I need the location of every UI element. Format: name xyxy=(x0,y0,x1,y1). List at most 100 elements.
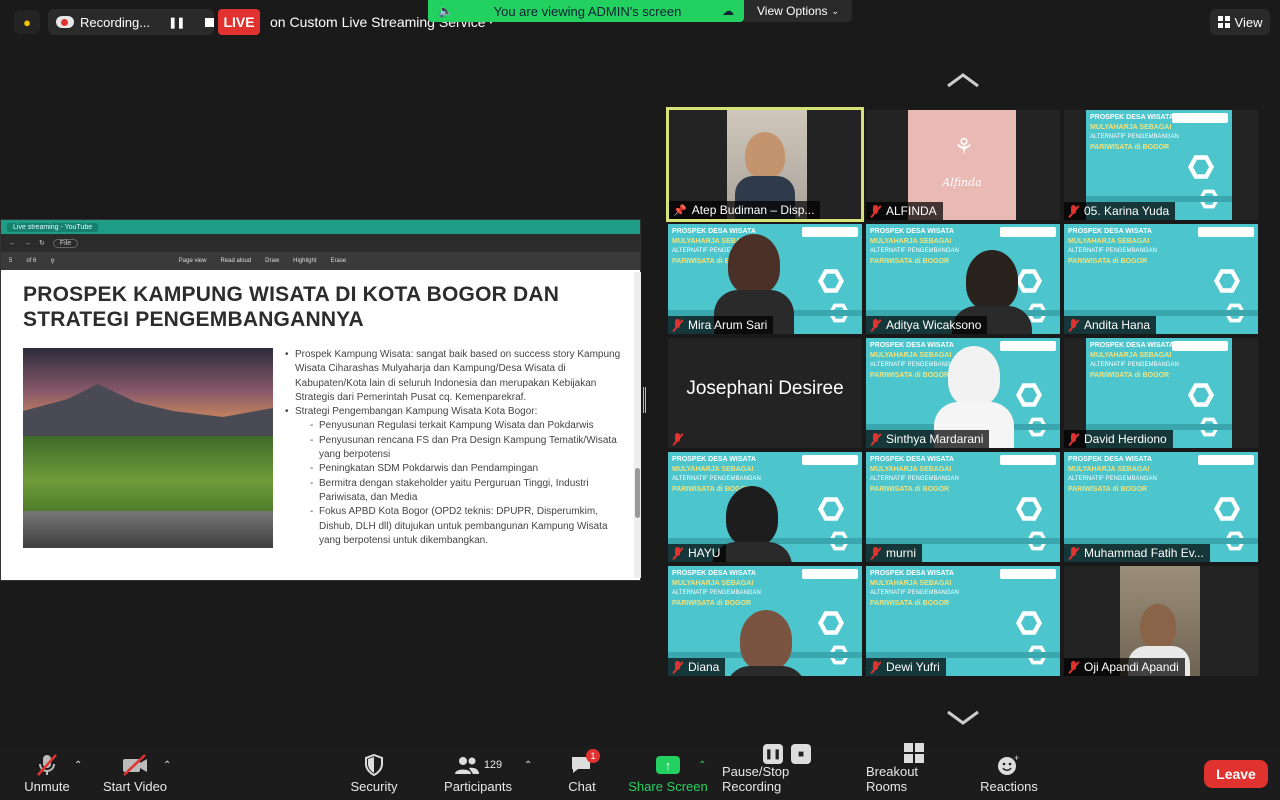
presentation-slide: PROSPEK KAMPUNG WISATA DI KOTA BOGOR DAN… xyxy=(3,272,631,578)
chat-badge: 1 xyxy=(586,749,600,763)
top-bar: ● Recording... ❚❚ LIVE on Custom Live St… xyxy=(0,0,1280,44)
resize-handle[interactable] xyxy=(643,387,646,413)
thumbnail-text: PROSPEK DESA WISATA xyxy=(870,342,954,349)
participant-name: Muhammad Fatih Ev... xyxy=(1084,546,1204,560)
start-video-button[interactable]: Start Video xyxy=(100,746,170,800)
thumbnail-text: PARIWISATA di BOGOR xyxy=(1068,486,1148,493)
view-button[interactable]: View xyxy=(1210,9,1270,35)
participant-name: 05. Karina Yuda xyxy=(1084,204,1170,218)
participant-tile[interactable]: PROSPEK DESA WISATA MULYAHARJA SEBAGAI ALT… xyxy=(866,566,1060,676)
participant-tile[interactable]: 📌 Atep Budiman – Disp... xyxy=(666,107,864,222)
chevron-up-icon[interactable]: ⌃ xyxy=(163,760,171,771)
slide-bullet-item: Prospek Kampung Wisata: sangat baik base… xyxy=(285,348,625,405)
sponsor-logos xyxy=(1198,227,1254,237)
pause-stop-recording-button[interactable]: ❚❚ ■ Pause/Stop Recording xyxy=(722,744,852,800)
breakout-rooms-button[interactable]: Breakout Rooms xyxy=(866,743,962,800)
chat-button[interactable]: 1 Chat xyxy=(562,746,602,800)
slide-bullet-item: Penyusunan rencana FS dan Pra Design Kam… xyxy=(285,434,625,463)
participant-tile[interactable]: PROSPEK DESA WISATA MULYAHARJA SEBAGAI ALT… xyxy=(1064,338,1258,448)
pause-recording-icon[interactable]: ❚❚ xyxy=(168,16,185,29)
thumbnail-text: ALTERNATIF PENGEMBANGAN xyxy=(870,590,959,596)
chevron-up-icon[interactable]: ⌃ xyxy=(524,760,532,771)
participant-name: Oji Apandi Apandi xyxy=(1084,660,1179,674)
shared-screen[interactable]: Live streaming - YouTube ← → ↻ File 5 of… xyxy=(0,219,641,581)
participant-name: David Herdiono xyxy=(1084,432,1167,446)
chevron-up-icon[interactable]: ⌃ xyxy=(698,760,706,771)
participant-name: ALFINDA xyxy=(886,204,937,218)
thumbnail-text: MULYAHARJA SEBAGAI xyxy=(672,466,754,473)
participants-count: 129 xyxy=(483,759,503,771)
unmute-button[interactable]: Unmute xyxy=(14,746,80,800)
search-icon: ⚲ xyxy=(50,258,55,265)
thumbnail-text: MULYAHARJA SEBAGAI xyxy=(1068,466,1150,473)
participant-name-tag: ALFINDA xyxy=(866,202,943,220)
participant-name: Diana xyxy=(688,660,720,674)
thumbnail-text: PARIWISATA di BOGOR xyxy=(870,600,950,607)
refresh-icon: ↻ xyxy=(39,240,45,247)
thumbnail-text: PARIWISATA di BOGOR xyxy=(1090,372,1170,379)
chevron-down-icon[interactable] xyxy=(946,708,980,728)
participant-tile[interactable]: PROSPEK DESA WISATA MULYAHARJA SEBAGAI ALT… xyxy=(866,338,1060,448)
participant-tile[interactable]: Oji Apandi Apandi xyxy=(1064,566,1258,676)
recording-indicator: Recording... ❚❚ xyxy=(48,9,214,35)
tool-erase: Erase xyxy=(330,258,347,264)
security-shield-icon[interactable]: ● xyxy=(14,10,40,34)
chat-icon: 1 xyxy=(570,749,600,779)
chevron-up-icon[interactable] xyxy=(946,70,980,90)
sponsor-logos xyxy=(802,455,858,465)
slide-bullet-item: Peningkatan SDM Pokdarwis dan Pendamping… xyxy=(285,462,625,477)
participant-tile[interactable]: PROSPEK DESA WISATA MULYAHARJA SEBAGAI ALT… xyxy=(668,452,862,562)
leave-button[interactable]: Leave xyxy=(1204,760,1268,788)
participant-tile[interactable]: PROSPEK DESA WISATA MULYAHARJA SEBAGAI ALT… xyxy=(866,224,1060,334)
thumbnail-text: PROSPEK DESA WISATA xyxy=(870,228,954,235)
muted-mic-icon xyxy=(870,432,881,446)
video-off-icon xyxy=(121,751,149,779)
muted-mic-icon xyxy=(672,432,683,446)
participant-tile[interactable]: Alfinda ⚘ ALFINDA xyxy=(866,110,1060,220)
share-screen-button[interactable]: ↑ Share Screen xyxy=(628,746,708,800)
view-options-button[interactable]: View Options ⌄ xyxy=(744,0,852,22)
participants-label: Participants xyxy=(444,779,512,794)
thumbnail-text: ALTERNATIF PENGEMBANGAN xyxy=(1090,362,1179,368)
thumbnail-text: MULYAHARJA SEBAGAI xyxy=(870,580,952,587)
slide-bullet-item: Fokus APBD Kota Bogor (OPD2 teknis: DPUP… xyxy=(285,505,625,548)
tool-page-view: Page view xyxy=(178,258,207,264)
thumbnail-text: PROSPEK DESA WISATA xyxy=(672,228,756,235)
participant-tile[interactable]: PROSPEK DESA WISATA MULYAHARJA SEBAGAI ALT… xyxy=(866,452,1060,562)
participant-tile[interactable]: PROSPEK DESA WISATA MULYAHARJA SEBAGAI ALT… xyxy=(1064,110,1258,220)
thumbnail-text: ALTERNATIF PENGEMBANGAN xyxy=(1090,134,1179,140)
participant-name-tag: Andita Hana xyxy=(1064,316,1157,334)
participant-tile[interactable]: Josephani Desiree xyxy=(668,338,862,448)
participants-icon: 129 xyxy=(454,751,502,779)
chevron-up-icon[interactable]: ⌃ xyxy=(74,760,82,771)
meeting-controls: Unmute ⌃ Start Video ⌃ Security 129 Part… xyxy=(0,743,1280,800)
participant-tile[interactable]: PROSPEK DESA WISATA MULYAHARJA SEBAGAI ALT… xyxy=(1064,452,1258,562)
share-screen-label: Share Screen xyxy=(628,779,708,794)
browser-tab: Live streaming - YouTube xyxy=(7,222,99,232)
participant-tile[interactable]: PROSPEK DESA WISATA MULYAHARJA SEBAGAI ALT… xyxy=(668,224,862,334)
share-screen-icon: ↑ xyxy=(656,756,680,774)
thumbnail-text: PROSPEK DESA WISATA xyxy=(672,570,756,577)
security-button[interactable]: Security xyxy=(344,746,404,800)
participant-tile[interactable]: PROSPEK DESA WISATA MULYAHARJA SEBAGAI ALT… xyxy=(668,566,862,676)
participant-name-tag: David Herdiono xyxy=(1064,430,1173,448)
participants-button[interactable]: 129 Participants xyxy=(440,746,516,800)
muted-mic-icon xyxy=(1068,546,1079,560)
slide-bullet-item: Penyusunan Regulasi terkait Kampung Wisa… xyxy=(285,419,625,434)
participant-name: Mira Arum Sari xyxy=(688,318,768,332)
participant-name-tag: 📌 Atep Budiman – Disp... xyxy=(669,201,821,219)
svg-text:+: + xyxy=(1014,754,1019,763)
participant-tile[interactable]: PROSPEK DESA WISATA MULYAHARJA SEBAGAI ALT… xyxy=(1064,224,1258,334)
muted-mic-icon xyxy=(672,546,683,560)
participant-name: Aditya Wicaksono xyxy=(886,318,982,332)
thumbnail-text: MULYAHARJA SEBAGAI xyxy=(870,238,952,245)
live-badge[interactable]: LIVE xyxy=(218,9,260,35)
reactions-button[interactable]: + Reactions xyxy=(978,746,1040,800)
sponsor-logos xyxy=(1198,455,1254,465)
sponsor-logos xyxy=(1172,341,1228,351)
stop-recording-icon[interactable] xyxy=(204,17,214,27)
muted-mic-icon xyxy=(36,751,58,779)
chat-label: Chat xyxy=(568,779,596,794)
sponsor-logos xyxy=(1000,569,1056,579)
participant-name-tag: Diana xyxy=(668,658,726,676)
